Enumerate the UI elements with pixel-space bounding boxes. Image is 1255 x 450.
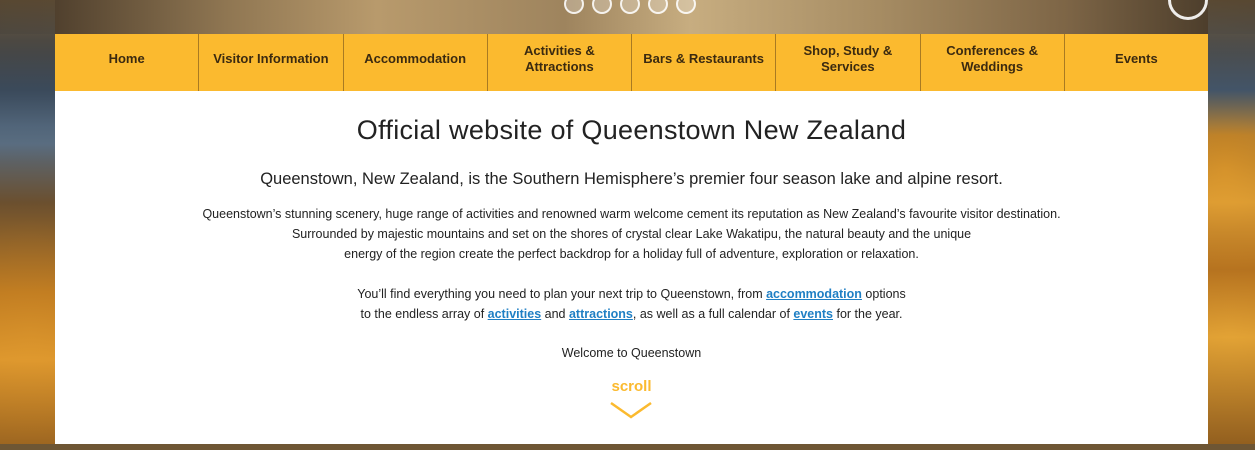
nav-item-shop-study-services[interactable]: Shop, Study & Services: [776, 34, 921, 91]
background-right-trees: [1208, 0, 1255, 450]
intro-line-1: Queenstown’s stunning scenery, huge rang…: [202, 207, 1061, 221]
intro-line-2: Surrounded by majestic mountains and set…: [291, 227, 972, 241]
planning-text: for the year.: [833, 307, 903, 321]
accommodation-link[interactable]: accommodation: [766, 287, 862, 301]
welcome-text: Welcome to Queenstown: [561, 346, 702, 360]
background-left-trees: [0, 0, 55, 450]
planning-text: and: [541, 307, 569, 321]
slider-dot-4[interactable]: [648, 0, 668, 14]
slider-dot-1[interactable]: [564, 0, 584, 14]
nav-item-conferences-weddings[interactable]: Conferences & Weddings: [921, 34, 1065, 91]
intro-panel: Official website of Queenstown New Zeala…: [55, 91, 1208, 444]
nav-item-activities-attractions[interactable]: Activities & Attractions: [488, 34, 632, 91]
intro-paragraph: Queenstown’s stunning scenery, huge rang…: [55, 204, 1208, 264]
intro-line-3: energy of the region create the perfect …: [344, 247, 919, 261]
nav-item-visitor-information[interactable]: Visitor Information: [199, 34, 344, 91]
chevron-down-icon[interactable]: [609, 401, 653, 419]
nav-item-bars-restaurants[interactable]: Bars & Restaurants: [632, 34, 777, 91]
nav-item-home[interactable]: Home: [55, 34, 200, 91]
slider-dot-2[interactable]: [592, 0, 612, 14]
slider-dot-3[interactable]: [620, 0, 640, 14]
attractions-link[interactable]: attractions: [569, 307, 633, 321]
scroll-button[interactable]: scroll: [55, 378, 1208, 395]
activities-link[interactable]: activities: [488, 307, 542, 321]
planning-text: options: [861, 287, 906, 301]
page-subtitle: Queenstown, New Zealand, is the Southern…: [260, 170, 1003, 188]
planning-text: , as well as a full calendar of: [632, 307, 794, 321]
background-bottom: [0, 444, 1255, 450]
main-nav: Home Visitor Information Accommodation A…: [55, 34, 1208, 91]
page-title: Official website of Queenstown New Zeala…: [356, 115, 907, 145]
slider-dots: [564, 0, 696, 14]
planning-paragraph: You’ll find everything you need to plan …: [55, 284, 1208, 324]
planning-text: to the endless array of: [360, 307, 488, 321]
planning-text: You’ll find everything you need to plan …: [357, 287, 767, 301]
events-link[interactable]: events: [793, 307, 833, 321]
slider-dot-5[interactable]: [676, 0, 696, 14]
nav-item-events[interactable]: Events: [1065, 34, 1208, 91]
nav-item-accommodation[interactable]: Accommodation: [344, 34, 488, 91]
